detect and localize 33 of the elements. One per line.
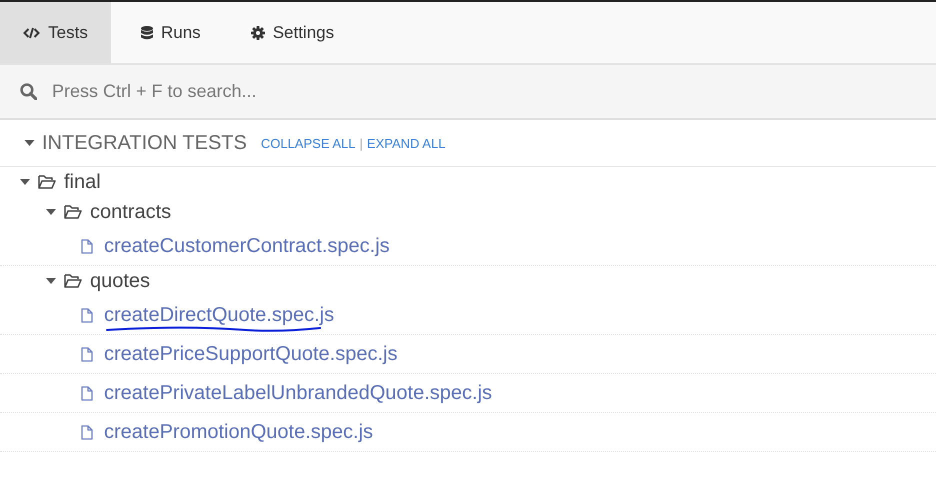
collapse-all-link[interactable]: COLLAPSE ALL (260, 136, 356, 150)
nav-tab[interactable]: Runs (121, 2, 221, 63)
file-icon (81, 238, 93, 254)
nav-tab[interactable]: Settings (230, 2, 354, 63)
folder-icon (38, 175, 56, 189)
section-title: INTEGRATION TESTS (42, 132, 247, 154)
folder-name[interactable]: final (64, 170, 101, 194)
spec-file-link[interactable]: createDirectQuote.spec.js (104, 304, 334, 326)
spec-file-link[interactable]: createPriceSupportQuote.spec.js (104, 342, 398, 366)
folder-icon (64, 274, 82, 288)
folder-name[interactable]: quotes (90, 270, 150, 292)
link-separator: | (360, 136, 363, 150)
caret-icon[interactable] (46, 209, 56, 215)
spec-file-link[interactable]: createCustomerContract.spec.js (104, 234, 390, 258)
folder-name[interactable]: contracts (90, 200, 172, 224)
caret-icon[interactable] (24, 140, 35, 146)
file-icon (81, 346, 93, 362)
file-icon (81, 424, 93, 440)
gear-icon (250, 26, 265, 40)
database-icon (141, 26, 153, 40)
search-icon (20, 83, 37, 100)
search-input[interactable]: Press Ctrl + F to search... (50, 80, 916, 103)
caret-icon[interactable] (46, 278, 56, 284)
search-bar[interactable]: Press Ctrl + F to search... (0, 65, 936, 120)
spec-file-link[interactable]: createPrivateLabelUnbrandedQuote.spec.js (104, 382, 492, 404)
caret-icon[interactable] (20, 179, 30, 185)
expand-all-link[interactable]: EXPAND ALL (366, 136, 446, 150)
file-icon (81, 308, 93, 322)
code-icon (23, 26, 40, 38)
folder-icon (64, 205, 82, 219)
file-icon (81, 386, 93, 400)
nav-tab[interactable]: Tests (0, 2, 111, 63)
spec-file-link[interactable]: createPromotionQuote.spec.js (104, 420, 374, 444)
